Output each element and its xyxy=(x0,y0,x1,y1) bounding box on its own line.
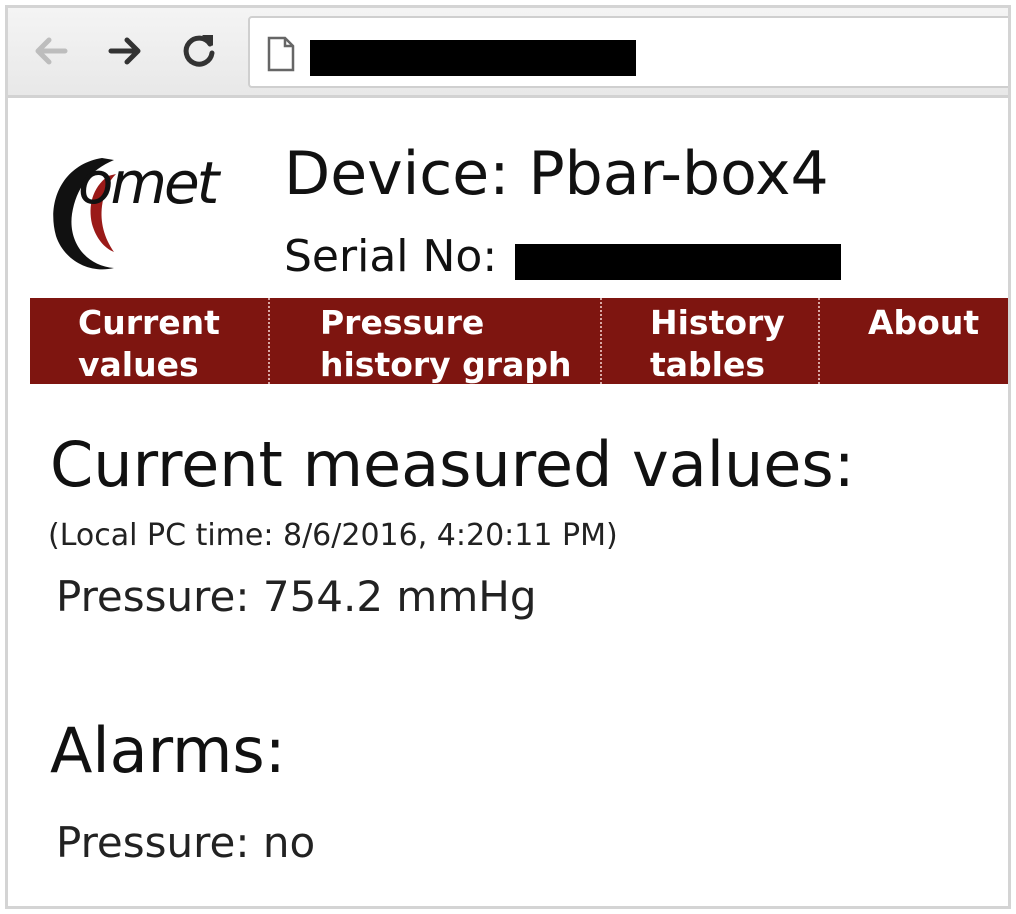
forward-button[interactable] xyxy=(100,26,150,76)
current-values-heading: Current measured values: xyxy=(50,428,855,501)
reload-icon xyxy=(183,35,215,67)
serial-row: Serial No: xyxy=(284,231,842,282)
browser-window: omet Device: Pbar-box4 Serial No: Curren… xyxy=(5,5,1011,909)
browser-toolbar xyxy=(8,8,1008,98)
arrow-left-icon xyxy=(35,37,68,65)
device-title: Device: Pbar-box4 xyxy=(284,139,829,209)
arrow-right-icon xyxy=(108,37,141,65)
serial-value-redacted xyxy=(515,244,842,280)
alarm-pressure-status: Pressure: no xyxy=(56,818,316,867)
local-time-text: (Local PC time: 8/6/2016, 4:20:11 PM) xyxy=(48,518,618,553)
serial-label: Serial No: xyxy=(284,231,498,282)
back-button[interactable] xyxy=(26,26,76,76)
url-text-redacted[interactable] xyxy=(310,40,636,76)
menu-item-history-tables[interactable]: History tables xyxy=(602,298,820,384)
main-menu: Current values Pressure history graph Hi… xyxy=(30,298,1008,384)
page-icon xyxy=(267,36,295,72)
menu-item-pressure-history-graph[interactable]: Pressure history graph xyxy=(270,298,602,384)
menu-item-current-values[interactable]: Current values xyxy=(30,298,270,384)
page-content: omet Device: Pbar-box4 Serial No: Curren… xyxy=(8,98,1008,906)
alarms-heading: Alarms: xyxy=(50,714,286,787)
pressure-value: Pressure: 754.2 mmHg xyxy=(56,572,537,621)
reload-button[interactable] xyxy=(174,26,224,76)
address-bar[interactable] xyxy=(248,16,1008,88)
menu-item-about[interactable]: About xyxy=(820,298,1008,384)
comet-logo: omet xyxy=(44,150,244,280)
logo-text: omet xyxy=(78,149,219,217)
